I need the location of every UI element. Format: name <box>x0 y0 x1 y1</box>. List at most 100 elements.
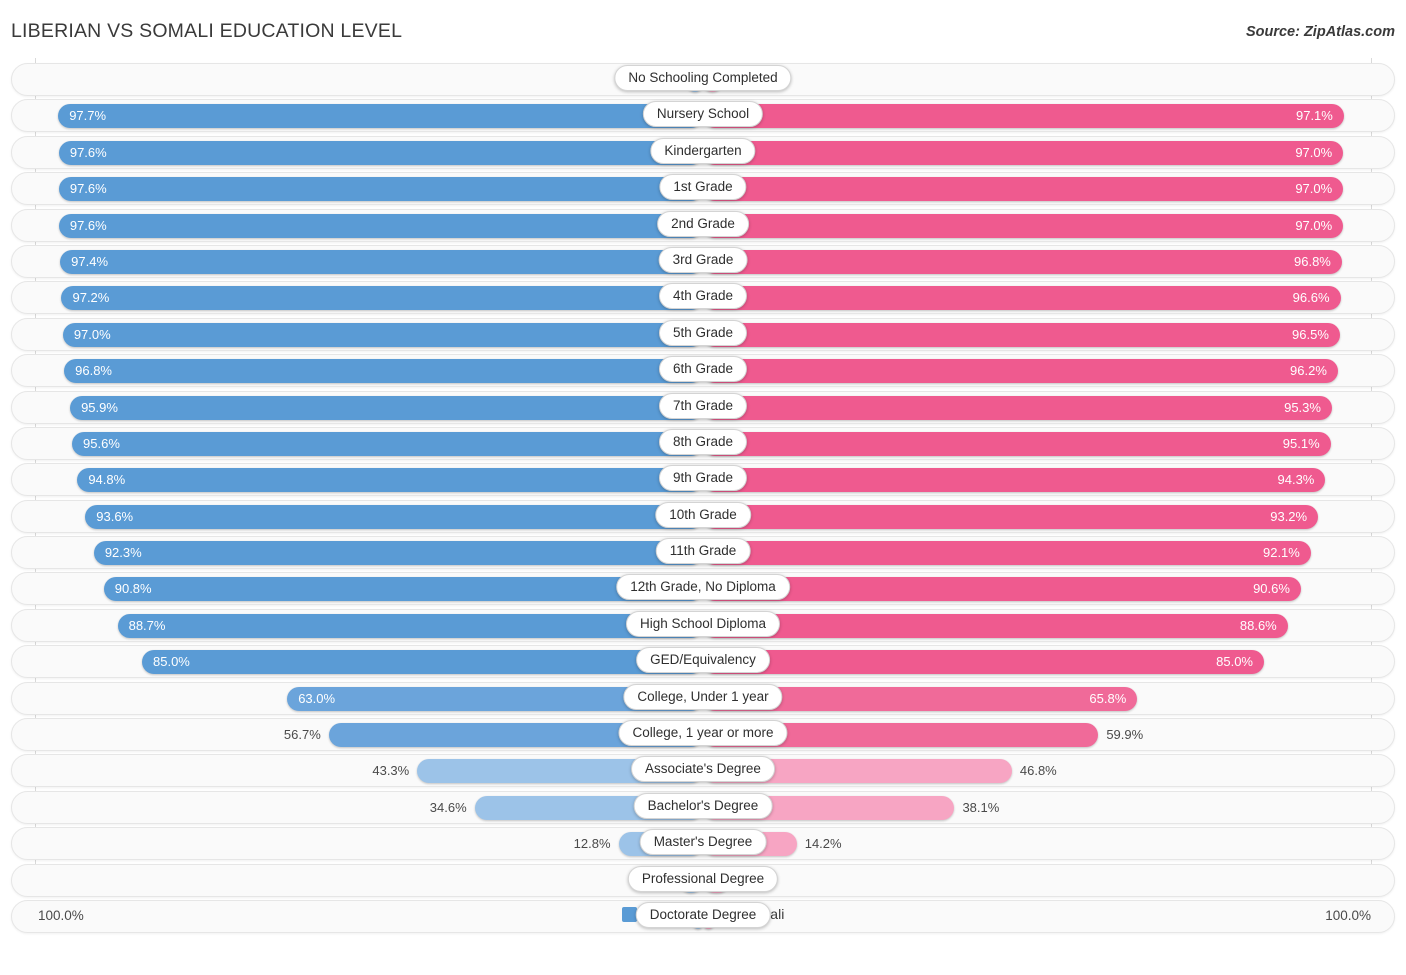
bar-value-label: 97.6% <box>69 181 107 197</box>
liberian-bar[interactable]: 88.7% <box>117 613 703 638</box>
bar-row: 95.6% 95.1% 8th Grade <box>0 426 1406 462</box>
bar-value-label: 85.0% <box>1216 654 1253 670</box>
source-attribution: Source: ZipAtlas.com <box>1245 24 1395 40</box>
liberian-bar[interactable]: 97.6% <box>58 213 703 238</box>
bar-value-label: 94.8% <box>88 472 126 488</box>
category-label-pill[interactable]: GED/Equivalency <box>636 647 770 674</box>
bar-row: 97.0% 96.5% 5th Grade <box>0 317 1406 353</box>
bar-row: 88.7% 88.6% High School Diploma <box>0 608 1406 644</box>
category-label-pill[interactable]: High School Diploma <box>625 610 781 637</box>
somali-bar[interactable]: 96.8% <box>703 249 1342 274</box>
bar-row: 63.0% 65.8% College, Under 1 year <box>0 681 1406 717</box>
chart-plot-area: 2.4%2.9%No Schooling Completed 97.7% 97.1%… <box>0 58 1406 938</box>
bar-row: 97.7% 97.1% Nursery School <box>0 98 1406 134</box>
liberian-bar[interactable]: 97.0% <box>62 322 703 347</box>
liberian-bar[interactable]: 94.8% <box>77 468 703 493</box>
bar-value-label: 88.7% <box>128 617 166 633</box>
bar-value-label: 59.9% <box>1106 727 1144 743</box>
category-label-pill[interactable]: 11th Grade <box>655 538 751 565</box>
bar-value-label: 46.8% <box>1019 763 1057 779</box>
category-label-pill[interactable]: 3rd Grade <box>658 246 748 273</box>
liberian-bar[interactable]: 97.6% <box>58 177 703 202</box>
somali-bar[interactable]: 96.2% <box>703 359 1338 384</box>
liberian-bar[interactable]: 93.6% <box>85 504 703 529</box>
category-label-pill[interactable]: Kindergarten <box>650 137 756 164</box>
category-label-pill[interactable]: 9th Grade <box>658 465 748 492</box>
somali-bar[interactable]: 85.0% <box>703 650 1264 675</box>
bar-row: 95.9% 95.3% 7th Grade <box>0 390 1406 426</box>
bar-value-label: 97.0% <box>73 326 111 342</box>
category-label-pill[interactable]: 7th Grade <box>658 392 748 419</box>
bar-row: 93.6% 93.2% 10th Grade <box>0 499 1406 535</box>
somali-bar[interactable]: 97.0% <box>703 140 1344 165</box>
bar-value-label: 96.2% <box>1290 363 1327 379</box>
category-label-pill[interactable]: 12th Grade, No Diploma <box>616 574 790 601</box>
bar-row: 94.8% 94.3% 9th Grade <box>0 462 1406 498</box>
somali-bar[interactable]: 97.0% <box>703 177 1344 202</box>
bar-value-label: 96.8% <box>1294 253 1331 269</box>
bar-value-label: 97.0% <box>1295 217 1333 233</box>
liberian-bar[interactable]: 97.6% <box>58 140 703 165</box>
bar-row: 97.2% 96.6% 4th Grade <box>0 280 1406 316</box>
bar-row: 34.6% 38.1% Bachelor's Degree <box>0 790 1406 826</box>
bar-value-label: 96.6% <box>1292 290 1330 306</box>
somali-bar[interactable]: 96.5% <box>703 322 1340 347</box>
somali-bar[interactable]: 95.3% <box>703 395 1332 420</box>
bar-row: 97.6% 97.0% Kindergarten <box>0 135 1406 171</box>
somali-bar[interactable]: 93.2% <box>703 504 1319 529</box>
bar-value-label: 97.1% <box>1295 108 1333 124</box>
somali-bar[interactable]: 97.0% <box>703 213 1344 238</box>
category-label-pill[interactable]: 1st Grade <box>659 174 747 201</box>
liberian-bar[interactable]: 85.0% <box>142 650 703 675</box>
liberian-bar[interactable]: 97.2% <box>61 286 703 311</box>
category-label-pill[interactable]: No Schooling Completed <box>614 65 792 91</box>
bar-value-label: 97.7% <box>69 108 107 124</box>
bar-value-label: 14.2% <box>804 836 842 852</box>
liberian-bar[interactable]: 95.9% <box>70 395 703 420</box>
bar-row: 92.3% 92.1% 11th Grade <box>0 535 1406 571</box>
bar-value-label: 43.3% <box>372 763 410 779</box>
somali-bar[interactable]: 90.6% <box>703 577 1301 602</box>
bar-value-label: 97.0% <box>1295 181 1333 197</box>
bar-row: 96.8% 96.2% 6th Grade <box>0 353 1406 389</box>
somali-bar[interactable]: 92.1% <box>703 541 1311 566</box>
category-label-pill[interactable]: Associate's Degree <box>631 756 775 783</box>
somali-bar[interactable]: 95.1% <box>703 431 1331 456</box>
bar-value-label: 97.6% <box>69 217 107 233</box>
liberian-bar[interactable]: 97.4% <box>60 249 703 274</box>
page-title: LIBERIAN VS SOMALI EDUCATION LEVEL <box>11 20 403 42</box>
somali-bar[interactable]: 96.6% <box>703 286 1341 311</box>
liberian-bar[interactable]: 95.6% <box>72 431 703 456</box>
bar-row: 43.3% 46.8% Associate's Degree <box>0 753 1406 789</box>
bar-row: 3.6%4.1%Professional Degree <box>0 863 1406 899</box>
somali-bar[interactable]: 88.6% <box>703 613 1288 638</box>
category-label-pill[interactable]: 6th Grade <box>658 356 748 383</box>
liberian-bar[interactable]: 97.7% <box>58 104 703 129</box>
category-label-pill[interactable]: 10th Grade <box>655 501 751 528</box>
bar-value-label: 97.2% <box>72 290 110 306</box>
category-label-pill[interactable]: Master's Degree <box>639 829 767 856</box>
somali-bar[interactable]: 94.3% <box>703 468 1326 493</box>
liberian-bar[interactable]: 92.3% <box>93 541 703 566</box>
somali-bar[interactable]: 97.1% <box>703 104 1344 129</box>
category-label-pill[interactable]: Bachelor's Degree <box>633 792 773 819</box>
bar-value-label: 95.9% <box>81 399 118 415</box>
category-label-pill[interactable]: 5th Grade <box>658 319 748 346</box>
bar-value-label: 95.3% <box>1284 399 1321 415</box>
bar-value-label: 92.1% <box>1262 545 1300 561</box>
bar-value-label: 96.8% <box>75 363 112 379</box>
category-label-pill[interactable]: College, 1 year or more <box>618 720 788 747</box>
bar-value-label: 92.3% <box>104 545 142 561</box>
category-label-pill[interactable]: 2nd Grade <box>657 210 749 237</box>
liberian-bar[interactable]: 90.8% <box>103 577 703 602</box>
bar-value-label: 63.0% <box>298 690 336 706</box>
category-label-pill[interactable]: 4th Grade <box>658 283 748 310</box>
category-label-pill[interactable]: Nursery School <box>642 101 764 128</box>
category-label-pill[interactable]: Professional Degree <box>627 865 779 892</box>
bar-value-label: 88.6% <box>1239 617 1277 633</box>
category-label-pill[interactable]: College, Under 1 year <box>623 683 783 710</box>
liberian-bar[interactable]: 96.8% <box>64 359 703 384</box>
category-label-pill[interactable]: 8th Grade <box>658 428 748 455</box>
category-label-pill[interactable]: Doctorate Degree <box>635 901 771 928</box>
bar-row: 85.0% 85.0% GED/Equivalency <box>0 644 1406 680</box>
